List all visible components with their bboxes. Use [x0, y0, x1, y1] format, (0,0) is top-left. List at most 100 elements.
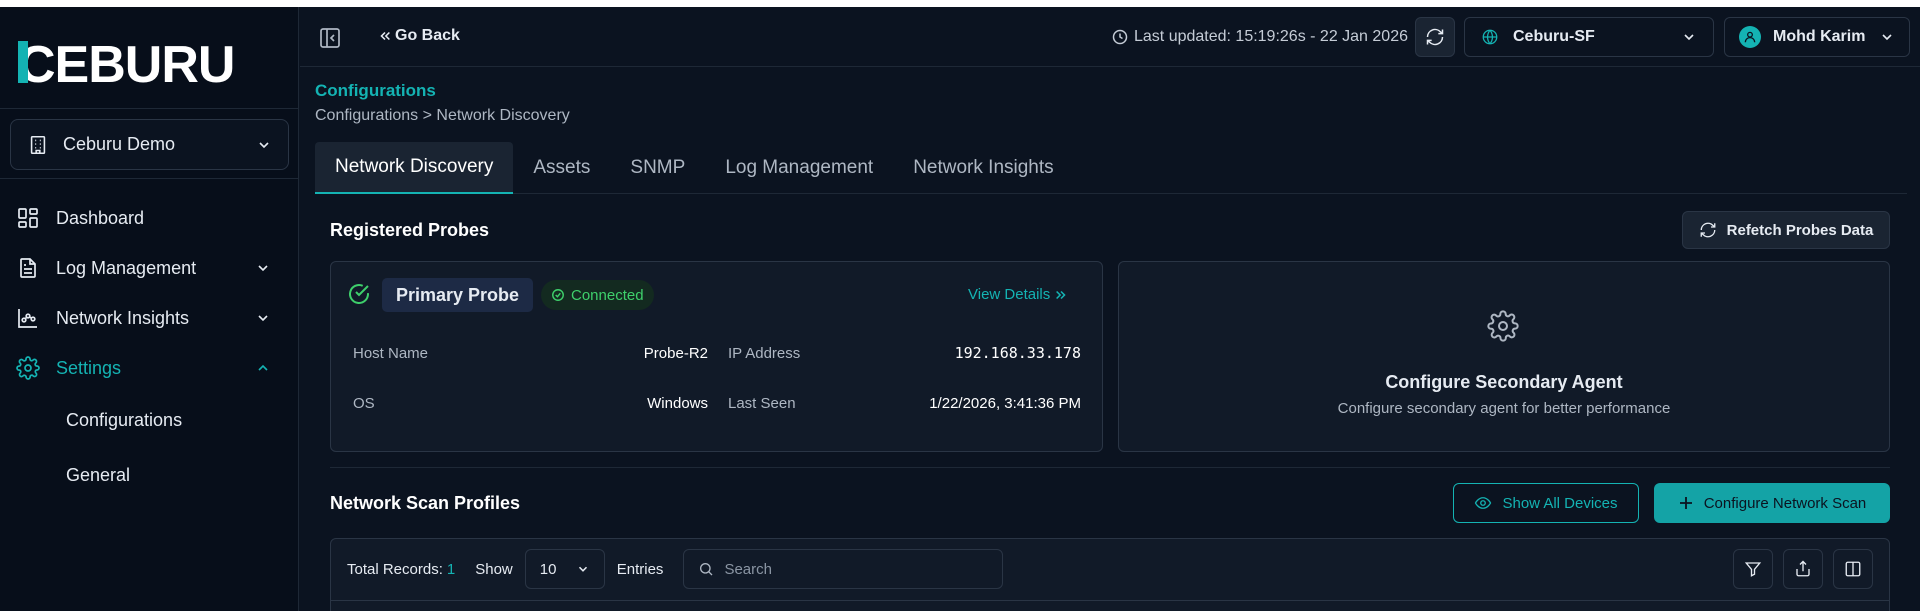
search-icon	[700, 563, 713, 576]
sidebar-subitem-general[interactable]: General	[0, 448, 299, 503]
refresh-icon	[1426, 28, 1444, 46]
sidebar-subitem-configurations[interactable]: Configurations	[0, 393, 299, 448]
table-actions	[1723, 549, 1873, 589]
filter-button[interactable]	[1733, 549, 1773, 589]
os-cell: OS Windows	[343, 395, 718, 412]
last-seen-value: 1/22/2026, 3:41:36 PM	[929, 394, 1081, 412]
total-records-label: Total Records:	[347, 560, 443, 578]
globe-icon	[1482, 29, 1498, 45]
go-back-label: Go Back	[395, 27, 460, 44]
configure-network-scan-label: Configure Network Scan	[1703, 494, 1867, 512]
sidebar-item-settings[interactable]: Settings	[0, 343, 299, 393]
probe-name: Primary Probe	[382, 278, 534, 312]
show-label: Show	[475, 560, 513, 578]
scan-profiles-table: Total Records: 1 Show 10 Entries	[330, 538, 1890, 611]
chevron-down-icon	[1684, 34, 1694, 41]
probe-detail-row: OS Windows Last Seen 1/22/2026, 3:41:36 …	[343, 378, 1091, 428]
last-updated-text: Last updated: 15:19:26s - 22 Jan 2026	[1134, 28, 1408, 45]
tab-network-insights[interactable]: Network Insights	[893, 142, 1073, 194]
sidebar: CEBURU Ceburu Demo Dashboard Log Managem…	[0, 7, 299, 611]
table-header-divider	[331, 600, 1889, 601]
eye-icon	[1475, 497, 1492, 509]
user-menu[interactable]: Mohd Karim	[1724, 17, 1910, 57]
user-icon	[1744, 31, 1756, 43]
view-details-link[interactable]: View Details	[968, 286, 1068, 303]
refresh-button[interactable]	[1415, 17, 1455, 57]
status-badge: Connected	[541, 280, 654, 310]
total-records-count: 1	[446, 560, 456, 578]
last-updated: Last updated: 15:19:26s - 22 Jan 2026	[1112, 28, 1408, 46]
chevron-down-icon	[258, 265, 268, 272]
top-header: Go Back Last updated: 15:19:26s - 22 Jan…	[300, 7, 1920, 67]
last-seen-cell: Last Seen 1/22/2026, 3:41:36 PM	[718, 395, 1091, 412]
chart-icon	[18, 309, 37, 328]
chevrons-left-icon	[380, 31, 390, 41]
secondary-agent-title: Configure Secondary Agent	[1385, 372, 1623, 392]
os-label: OS	[353, 394, 375, 412]
registered-probes-title: Registered Probes	[330, 220, 490, 240]
secondary-agent-subtitle: Configure secondary agent for better per…	[1337, 400, 1671, 417]
sidebar-item-dashboard[interactable]: Dashboard	[0, 193, 299, 243]
export-button[interactable]	[1783, 549, 1823, 589]
configure-network-scan-button[interactable]: Configure Network Scan	[1654, 483, 1890, 523]
config-tabs: Network Discovery Assets SNMP Log Manage…	[315, 142, 1907, 194]
tab-assets[interactable]: Assets	[513, 142, 610, 194]
top-strip	[0, 0, 1920, 7]
entries-value: 10	[539, 560, 557, 578]
view-details-label: View Details	[968, 286, 1051, 303]
tab-snmp[interactable]: SNMP	[610, 142, 705, 194]
svg-text:CEBURU: CEBURU	[18, 37, 234, 87]
host-name-cell: Host Name Probe-R2	[343, 345, 718, 362]
refetch-probes-label: Refetch Probes Data	[1726, 221, 1874, 239]
sidebar-item-network-insights[interactable]: Network Insights	[0, 293, 299, 343]
host-name-value: Probe-R2	[643, 344, 708, 362]
sidebar-item-label: Log Management	[56, 257, 197, 278]
site-select[interactable]: Ceburu-SF	[1464, 17, 1714, 57]
gear-icon	[1487, 310, 1519, 342]
org-select[interactable]: Ceburu Demo	[10, 119, 289, 170]
sidebar-item-label: Settings	[56, 357, 122, 378]
avatar	[1739, 26, 1761, 48]
building-icon	[30, 135, 46, 154]
check-circle-icon	[349, 284, 369, 304]
refresh-icon	[1700, 222, 1716, 238]
sidebar-item-log-management[interactable]: Log Management	[0, 243, 299, 293]
ip-address-cell: IP Address 192.168.33.178	[718, 344, 1091, 362]
chevron-down-icon	[578, 566, 587, 572]
search-input[interactable]	[724, 560, 989, 578]
ceburu-logo[interactable]: CEBURU	[18, 37, 263, 87]
tab-network-discovery[interactable]: Network Discovery	[315, 142, 514, 194]
show-all-devices-button[interactable]: Show All Devices	[1453, 483, 1639, 523]
chevron-down-icon	[259, 141, 269, 148]
ip-address-label: IP Address	[728, 344, 801, 362]
chevron-down-icon	[1882, 34, 1892, 41]
gear-icon	[16, 356, 40, 380]
org-name: Ceburu Demo	[63, 134, 176, 154]
section-divider	[330, 467, 1890, 468]
last-seen-label: Last Seen	[728, 394, 796, 412]
page-title: Configurations	[315, 81, 436, 100]
sidebar-collapse-icon[interactable]	[318, 26, 342, 50]
tab-log-management[interactable]: Log Management	[705, 142, 893, 194]
refetch-probes-button[interactable]: Refetch Probes Data	[1682, 211, 1890, 249]
ip-address-value: 192.168.33.178	[954, 344, 1081, 362]
os-value: Windows	[647, 394, 708, 412]
sidebar-item-label: Dashboard	[56, 207, 145, 228]
filter-icon	[1744, 562, 1762, 577]
go-back-link[interactable]: Go Back	[378, 27, 460, 45]
status-text: Connected	[571, 286, 644, 304]
show-all-devices-label: Show All Devices	[1502, 494, 1618, 512]
user-name: Mohd Karim	[1773, 28, 1866, 45]
chevrons-right-icon	[1056, 290, 1066, 299]
probe-details: Host Name Probe-R2 IP Address 192.168.33…	[343, 328, 1091, 428]
document-icon	[20, 258, 36, 278]
share-icon	[1796, 560, 1810, 577]
breadcrumb: Configurations > Network Discovery	[315, 107, 570, 124]
search-field[interactable]	[683, 549, 1004, 589]
columns-button[interactable]	[1833, 549, 1873, 589]
entries-select[interactable]: 10	[524, 549, 605, 589]
dashboard-icon	[18, 208, 38, 228]
host-name-label: Host Name	[353, 344, 429, 362]
logo-divider	[0, 108, 299, 109]
secondary-agent-card[interactable]: Configure Secondary Agent Configure seco…	[1118, 261, 1890, 452]
